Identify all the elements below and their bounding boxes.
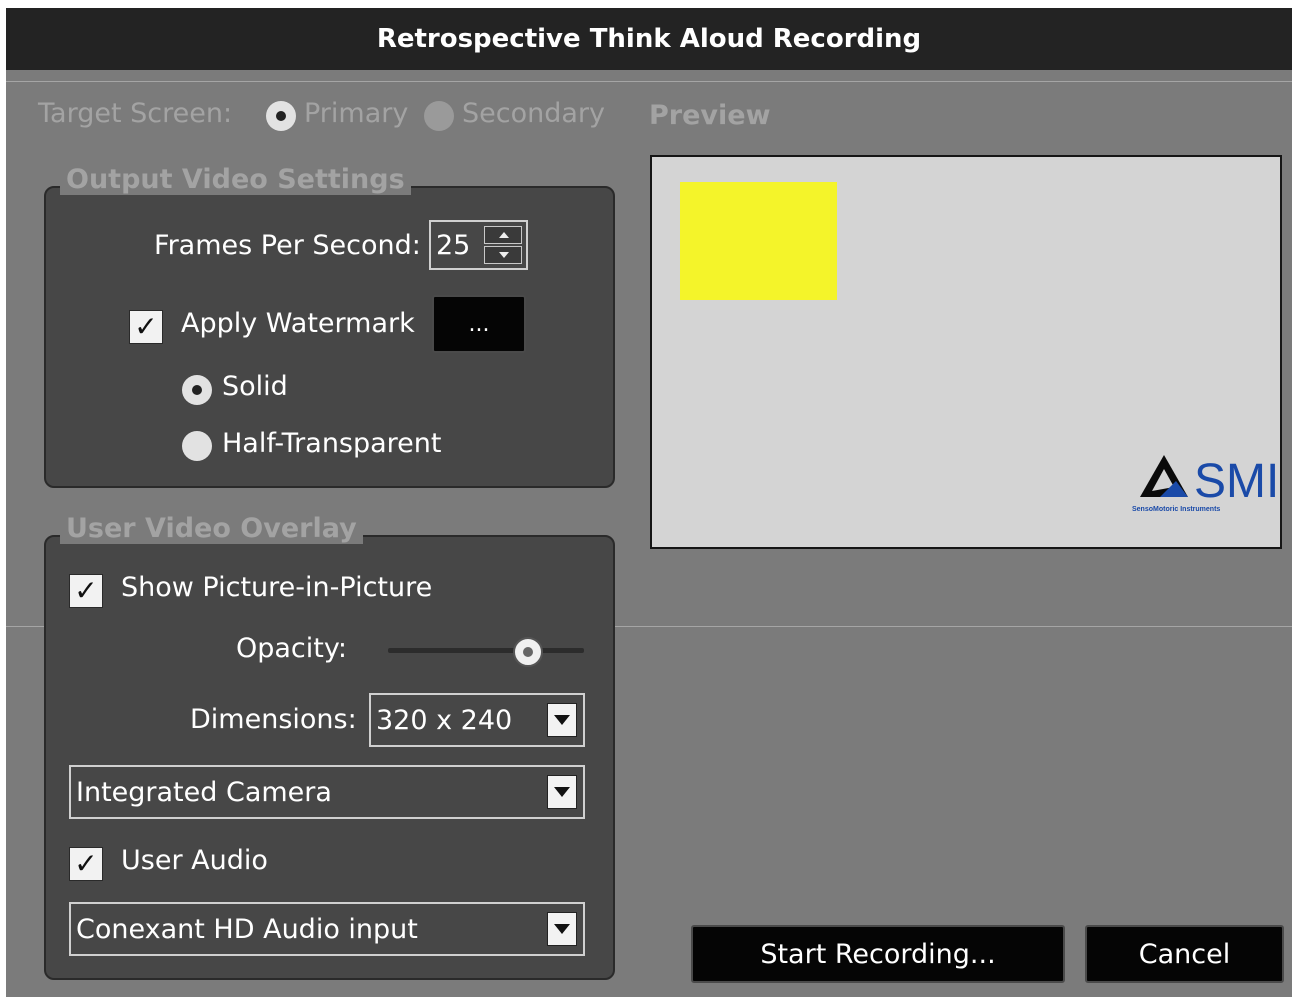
spin-up-icon[interactable] (484, 226, 522, 244)
title-bar: Retrospective Think Aloud Recording (6, 8, 1292, 70)
camera-dropdown[interactable]: Integrated Camera (69, 765, 585, 819)
radio-half-transparent-label: Half-Transparent (222, 428, 442, 459)
cancel-button[interactable]: Cancel (1085, 925, 1284, 983)
radio-solid-label: Solid (222, 371, 288, 402)
fps-spinbox[interactable]: 25 (429, 220, 528, 270)
radio-dot-icon (276, 111, 286, 121)
logo-text: SMI (1194, 455, 1279, 508)
dimensions-label: Dimensions: (190, 704, 357, 735)
preview-area: SMI SensoMotoric Instruments (650, 155, 1282, 549)
audio-label: User Audio (121, 845, 268, 876)
chevron-down-icon[interactable] (547, 703, 577, 737)
pip-checkbox[interactable]: ✓ (69, 574, 103, 608)
dimensions-value: 320 x 240 (376, 704, 513, 736)
camera-value: Integrated Camera (76, 776, 332, 808)
watermark-label: Apply Watermark (181, 308, 415, 339)
fps-spinner[interactable] (484, 226, 522, 264)
radio-dot-icon (192, 385, 202, 395)
chevron-down-icon[interactable] (547, 775, 577, 809)
target-screen-label: Target Screen: (38, 98, 233, 129)
pip-label: Show Picture-in-Picture (121, 572, 433, 603)
watermark-checkbox[interactable]: ✓ (129, 310, 163, 344)
output-video-legend: Output Video Settings (60, 164, 411, 195)
radio-secondary-label: Secondary (462, 98, 605, 129)
audio-input-value: Conexant HD Audio input (76, 913, 418, 945)
opacity-slider-thumb[interactable] (513, 637, 543, 667)
logo-subtext: SensoMotoric Instruments (1132, 506, 1220, 513)
start-recording-button[interactable]: Start Recording... (691, 925, 1065, 983)
audio-checkbox[interactable]: ✓ (69, 847, 103, 881)
window-title: Retrospective Think Aloud Recording (376, 24, 922, 54)
preview-label: Preview (649, 100, 771, 131)
user-video-legend: User Video Overlay (60, 513, 363, 544)
radio-solid[interactable] (182, 375, 212, 405)
opacity-label: Opacity: (236, 633, 347, 664)
fps-value: 25 (436, 229, 471, 261)
radio-half-transparent[interactable] (182, 431, 212, 461)
fps-label: Frames Per Second: (154, 230, 421, 261)
dialog-window: Retrospective Think Aloud Recording Targ… (6, 8, 1292, 997)
overlay-placeholder (680, 182, 837, 300)
radio-primary[interactable] (266, 101, 296, 131)
divider-top (6, 81, 1292, 82)
watermark-browse-button[interactable]: ... (432, 295, 526, 353)
audio-input-dropdown[interactable]: Conexant HD Audio input (69, 902, 585, 956)
opacity-slider[interactable] (388, 648, 584, 653)
radio-secondary[interactable] (424, 101, 454, 131)
chevron-down-icon[interactable] (547, 912, 577, 946)
dimensions-dropdown[interactable]: 320 x 240 (369, 693, 585, 747)
smi-logo: SMI SensoMotoric Instruments (1132, 455, 1279, 513)
spin-down-icon[interactable] (484, 246, 522, 264)
radio-primary-label: Primary (304, 98, 409, 129)
